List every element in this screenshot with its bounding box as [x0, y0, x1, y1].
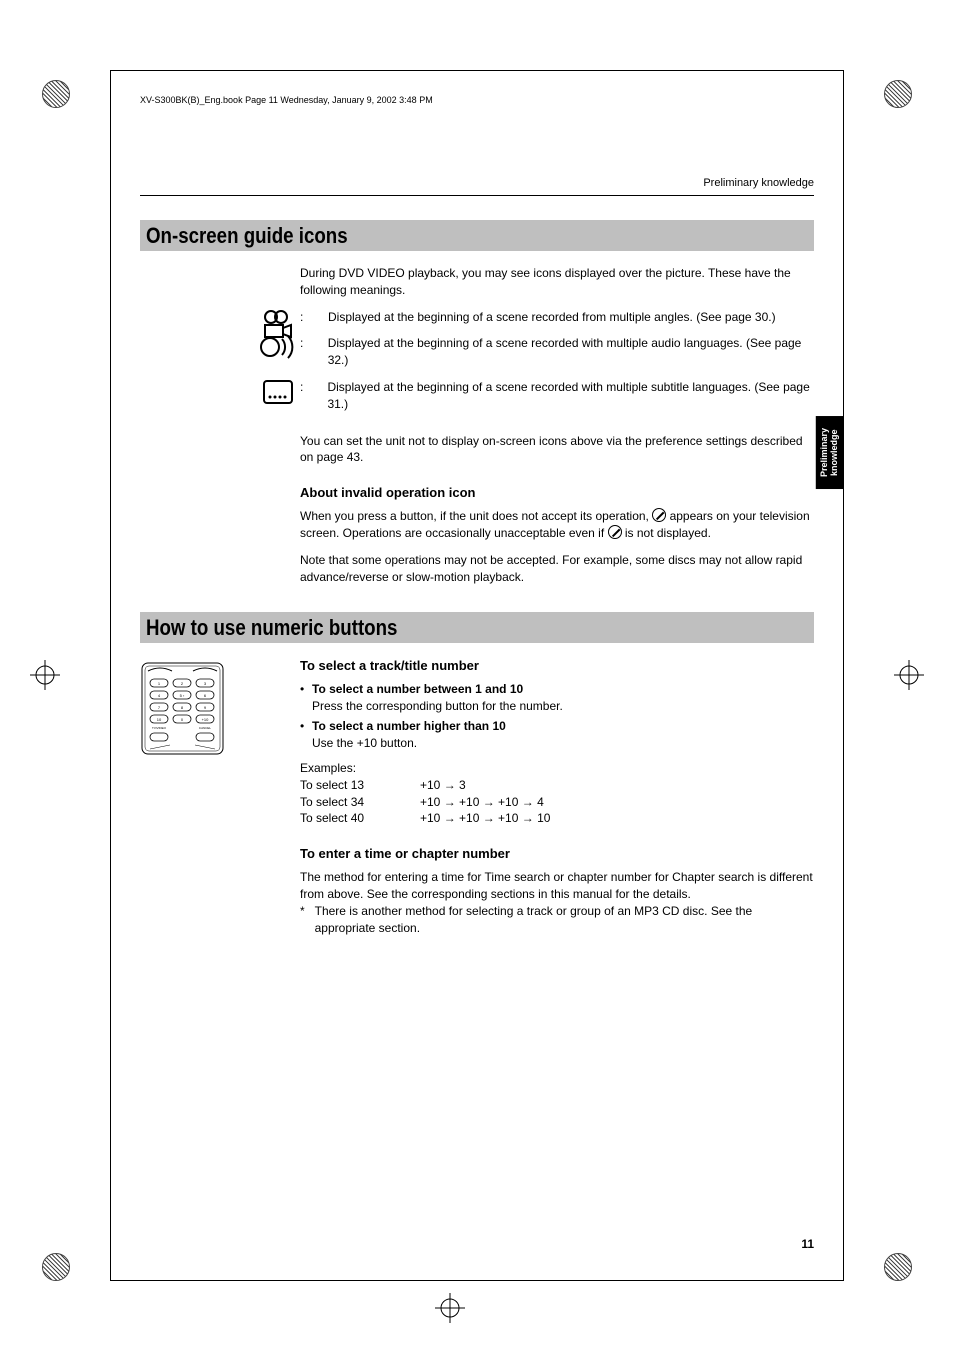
angle-desc: Displayed at the beginning of a scene re… — [328, 309, 776, 326]
divider-top — [140, 195, 814, 196]
section-title-1: On-screen guide icons — [146, 223, 709, 249]
bullet1-head: To select a number between 1 and 10 — [312, 682, 523, 696]
subtitle-desc: Displayed at the beginning of a scene re… — [327, 379, 814, 413]
bullet1-body: Press the corresponding button for the n… — [312, 699, 563, 713]
no-accept-icon — [652, 508, 666, 522]
svg-text:CANCEL: CANCEL — [199, 726, 212, 730]
example-label: To select 34 — [300, 794, 420, 811]
star-note-text: There is another method for selecting a … — [315, 903, 814, 937]
list-item: To select a number higher than 10 Use th… — [300, 718, 814, 752]
audio-icon — [260, 335, 296, 364]
star-note: * There is another method for selecting … — [300, 903, 814, 937]
section1-intro: During DVD VIDEO playback, you may see i… — [300, 265, 814, 299]
svg-text:+10: +10 — [202, 717, 210, 722]
registration-mark-right — [894, 660, 924, 690]
chapter-label: Preliminary knowledge — [140, 177, 814, 189]
svg-text:TV/VIDEO: TV/VIDEO — [152, 726, 167, 730]
sub2-heading: To enter a time or chapter number — [300, 845, 814, 863]
no-accept-icon — [608, 525, 622, 539]
sub2-body: The method for entering a time for Time … — [300, 869, 814, 903]
side-tab: Preliminary knowledge — [816, 416, 844, 489]
audio-desc: Displayed at the beginning of a scene re… — [328, 335, 814, 369]
colon: : — [300, 309, 314, 326]
sub1-heading: To select a track/title number — [300, 657, 814, 675]
bullet2-body: Use the +10 button. — [312, 736, 417, 750]
registration-mark-left — [30, 660, 60, 690]
crop-ball-br — [884, 1253, 912, 1281]
example-seq: +10 → 3 — [420, 777, 466, 794]
crop-ball-bl — [42, 1253, 70, 1281]
example-label: To select 13 — [300, 777, 420, 794]
asterisk: * — [300, 903, 315, 937]
examples-block: Examples: To select 13+10 → 3 To select … — [300, 760, 814, 827]
page-number: 11 — [801, 1237, 814, 1251]
colon: : — [300, 335, 314, 369]
section-header-2: How to use numeric buttons — [140, 612, 814, 643]
bullet2-head: To select a number higher than 10 — [312, 719, 506, 733]
svg-text:10: 10 — [157, 717, 162, 722]
list-item: To select a number between 1 and 10 Pres… — [300, 681, 814, 715]
page-content: XV-S300BK(B)_Eng.book Page 11 Wednesday,… — [140, 95, 814, 1251]
section1-body: During DVD VIDEO playback, you may see i… — [300, 265, 814, 586]
section-header-1: On-screen guide icons — [140, 220, 814, 251]
invalid-p1a: When you press a button, if the unit doe… — [300, 509, 652, 523]
invalid-p2: Note that some operations may not be acc… — [300, 552, 814, 586]
registration-mark-bottom — [435, 1293, 465, 1323]
crop-ball-tl — [42, 80, 70, 108]
svg-text:5 ‹: 5 ‹ — [180, 693, 185, 698]
remote-illustration: 123 45 ‹6 789 100+10 TV/VIDEOCANCEL — [140, 661, 225, 756]
invalid-heading: About invalid operation icon — [300, 484, 814, 502]
book-header: XV-S300BK(B)_Eng.book Page 11 Wednesday,… — [140, 95, 814, 105]
side-tab-line2: knowledge — [829, 429, 839, 476]
section-title-2: How to use numeric buttons — [146, 615, 709, 641]
invalid-p1c: is not displayed. — [625, 526, 711, 540]
side-tab-line1: Preliminary — [819, 428, 829, 477]
crop-ball-tr — [884, 80, 912, 108]
example-label: To select 40 — [300, 810, 420, 827]
section1-after-icons: You can set the unit not to display on-s… — [300, 433, 814, 467]
example-seq: +10 → +10 → +10 → 4 — [420, 794, 544, 811]
subtitle-icon — [260, 379, 296, 410]
example-seq: +10 → +10 → +10 → 10 — [420, 810, 550, 827]
examples-label: Examples: — [300, 760, 814, 777]
section2-body: To select a track/title number To select… — [300, 657, 814, 937]
invalid-p1: When you press a button, if the unit doe… — [300, 508, 814, 542]
colon: : — [300, 379, 313, 413]
